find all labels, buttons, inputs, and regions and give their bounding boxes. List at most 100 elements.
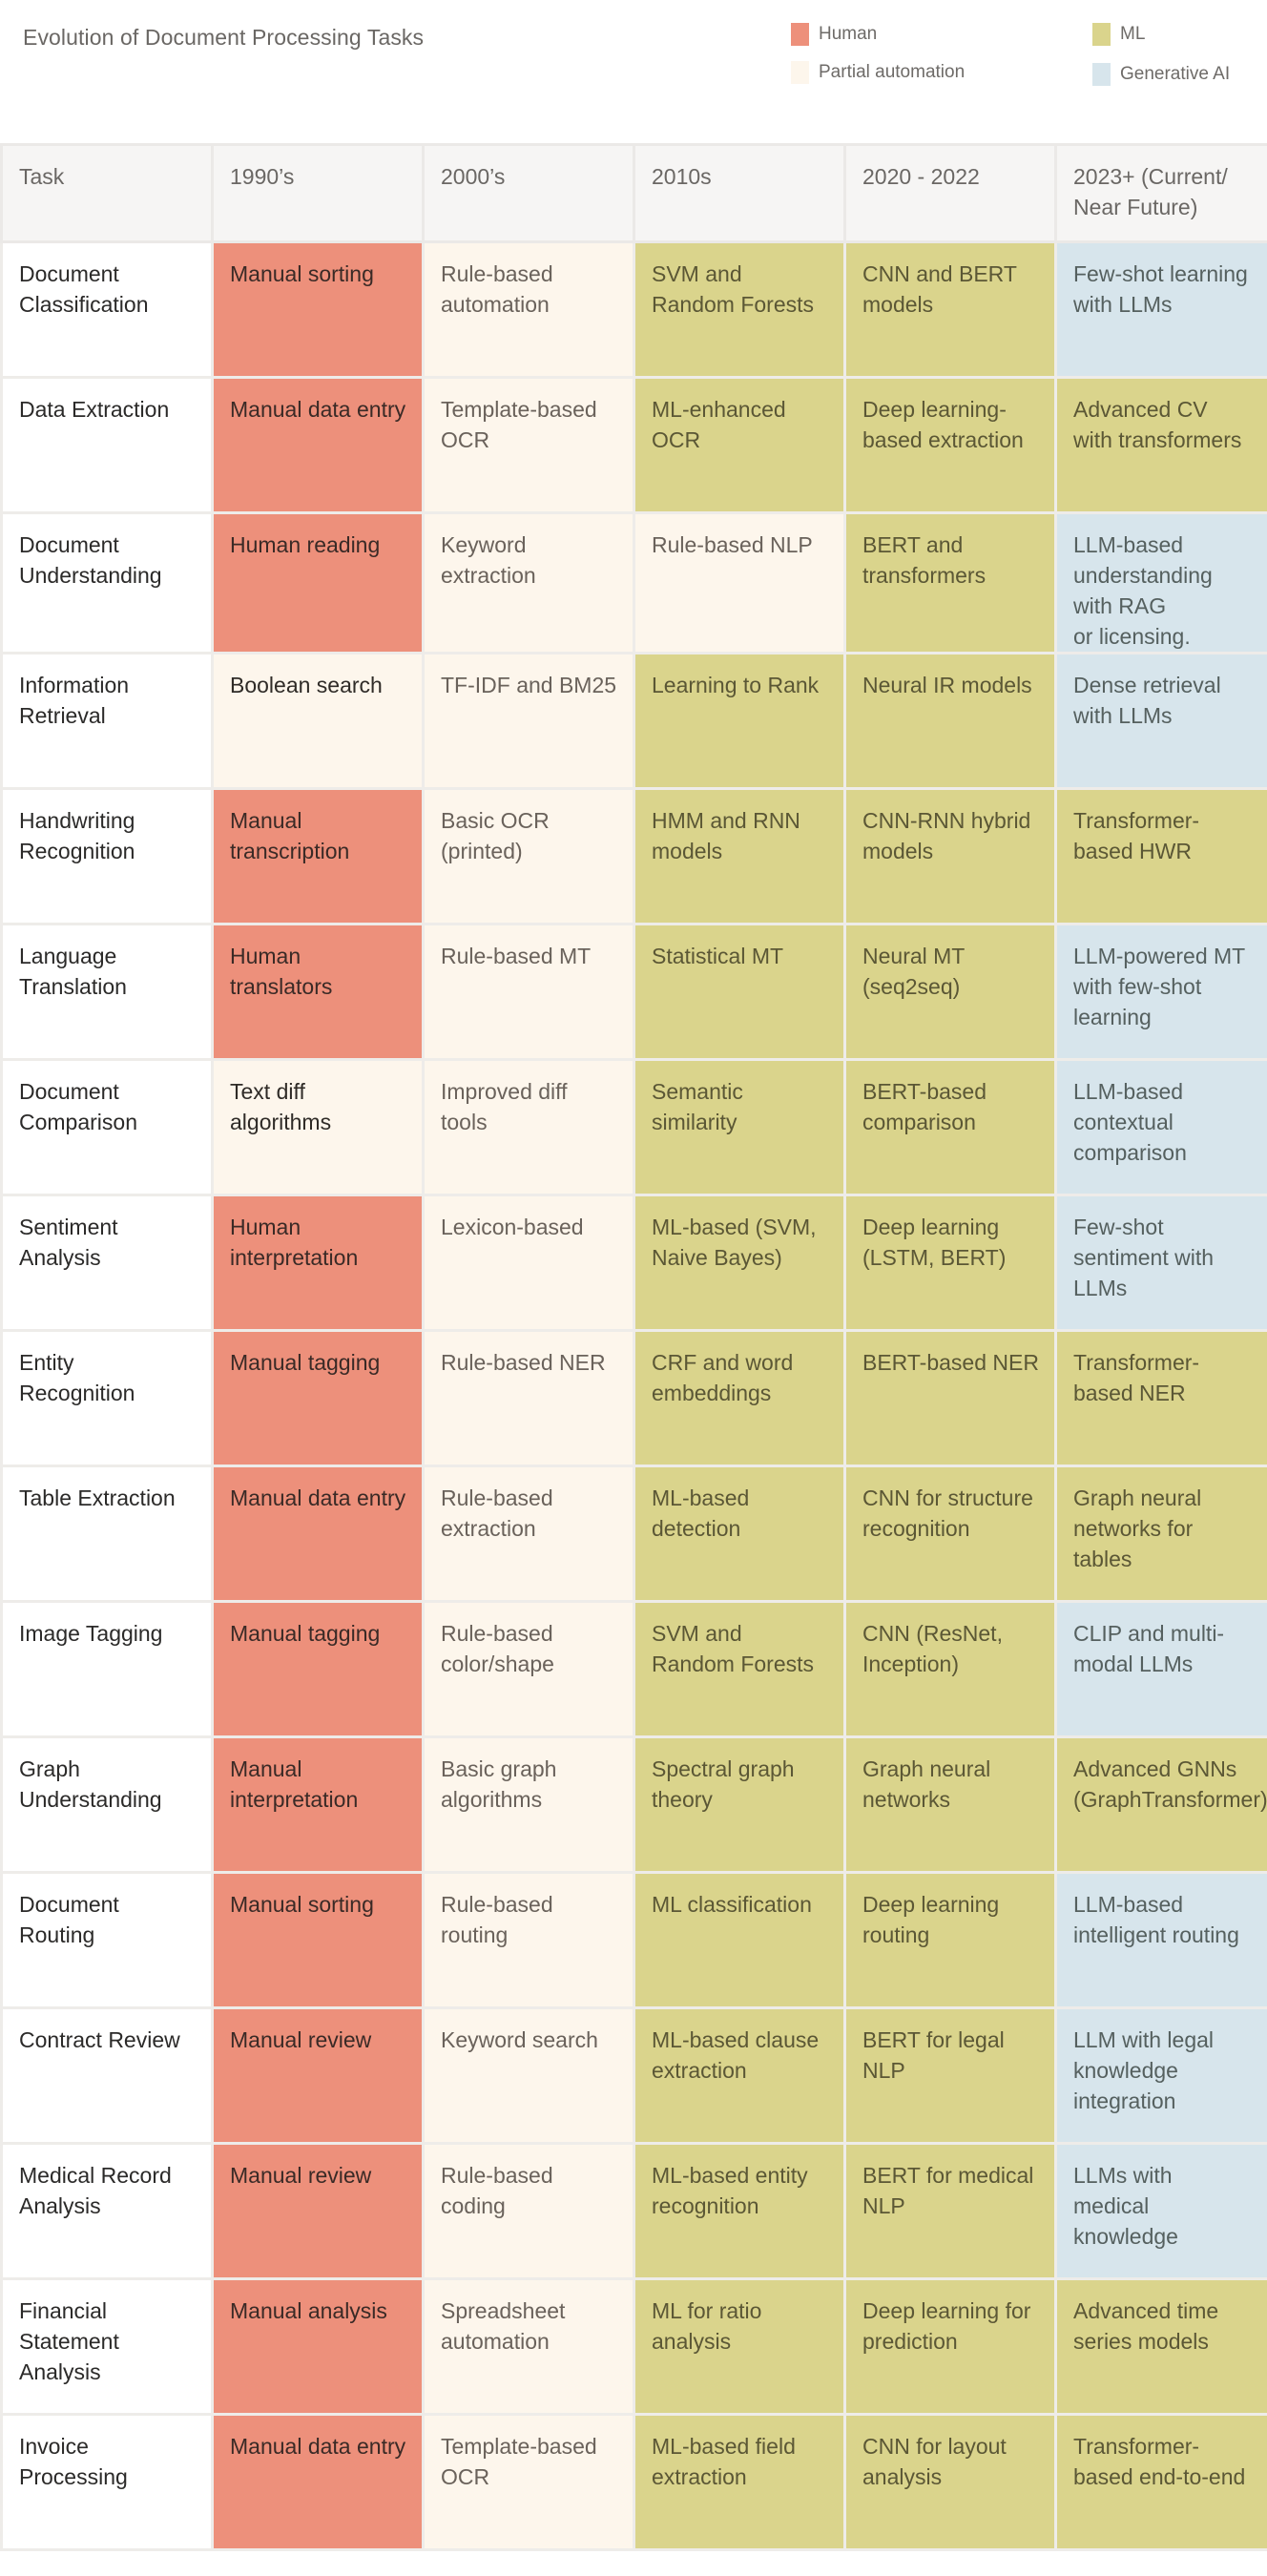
cell-2000s-partial: Lexicon-based [422,1194,635,1332]
cell-1990s-human: Manual data entry [211,376,425,514]
task-name-cell: Document Understanding [0,511,214,654]
cell-1990s-human: Manual data entry [211,1465,425,1603]
cell-2000s-partial: Improved diff tools [422,1058,635,1196]
cell-2020-2022-ml: BERT-based comparison [843,1058,1057,1196]
cell-2023-plus-ml: Advanced CV with transformers [1054,376,1267,514]
cell-2010s-ml: ML-based detection [633,1465,846,1603]
cell-1990s-partial: Boolean search [211,652,425,790]
cell-2000s-partial: Rule-based NER [422,1329,635,1467]
cell-2010s-ml: Semantic similarity [633,1058,846,1196]
legend-item-partial-automation: Partial automation [791,61,965,84]
table-row: Image Tagging Manual tagging Rule-based co… [0,1600,1267,1738]
table-row: Invoice Processing Manual data entry Templ… [0,2413,1267,2551]
task-name-cell: Medical Record Analysis [0,2142,214,2280]
cell-2000s-partial: Rule-based color/shape [422,1600,635,1738]
cell-2000s-partial: Basic OCR (printed) [422,787,635,925]
header-row: Task 1990’s 2000’s 2010s 2020 - 2022 202… [0,143,1267,243]
task-name-cell: Image Tagging [0,1600,214,1738]
table-row: Document Comparison Text diff algorithms I… [0,1058,1267,1196]
cell-2000s-partial: Template-based OCR [422,2413,635,2551]
task-name-cell: Invoice Processing [0,2413,214,2551]
column-header-1990s: 1990’s [211,143,425,243]
table-row: Sentiment Analysis Human interpretation Le… [0,1194,1267,1332]
table-row: Entity Recognition Manual tagging Rule-bas… [0,1329,1267,1467]
cell-1990s-human: Manual review [211,2142,425,2280]
cell-2023-plus-genai: LLM-based contextual comparison [1054,1058,1267,1196]
table-row: Language Translation Human translators Rul… [0,923,1267,1061]
task-name-cell: Information Retrieval [0,652,214,790]
cell-2020-2022-ml: Deep learning (LSTM, BERT) [843,1194,1057,1332]
cell-1990s-human: Manual data entry [211,2413,425,2551]
table-row: Document Understanding Human reading Keywo… [0,511,1267,654]
cell-1990s-human: Manual transcription [211,787,425,925]
cell-2020-2022-ml: CNN for layout analysis [843,2413,1057,2551]
task-name-cell: Language Translation [0,923,214,1061]
cell-2020-2022-ml: CNN-RNN hybrid models [843,787,1057,925]
cell-2023-plus-genai: CLIP and multi-modal LLMs [1054,1600,1267,1738]
cell-2020-2022-ml: BERT and transformers [843,511,1057,654]
cell-1990s-human: Human interpretation [211,1194,425,1332]
cell-2000s-partial: Keyword extraction [422,511,635,654]
legend-swatch-ml [1092,23,1111,46]
table-row: Document Classification Manual sorting Rul… [0,240,1267,379]
column-header-task: Task [0,143,214,243]
cell-2020-2022-ml: BERT for legal NLP [843,2006,1057,2145]
cell-2010s-ml: Spectral graph theory [633,1735,846,1874]
cell-2023-plus-genai: LLM-powered MT with few-shot learning [1054,923,1267,1061]
table-row: Contract Review Manual review Keyword sear… [0,2006,1267,2145]
cell-2020-2022-ml: Neural MT (seq2seq) [843,923,1057,1061]
cell-2000s-partial: Keyword search [422,2006,635,2145]
cell-2023-plus-genai: Few-shot learning with LLMs [1054,240,1267,379]
cell-2023-plus-ml: Transformer-based end-to-end [1054,2413,1267,2551]
legend-swatch-genai [1092,63,1111,86]
cell-2023-plus-genai: Few-shot sentiment with LLMs [1054,1194,1267,1332]
cell-2010s-ml: ML-based clause extraction [633,2006,846,2145]
cell-2020-2022-ml: Deep learning routing [843,1871,1057,2009]
task-name-cell: Handwriting Recognition [0,787,214,925]
cell-1990s-human: Manual sorting [211,1871,425,2009]
table-row: Data Extraction Manual data entry Template… [0,376,1267,514]
cell-2010s-ml: ML-based (SVM, Naive Bayes) [633,1194,846,1332]
legend-item-generative-ai: Generative AI [1092,63,1230,86]
legend-item-human: Human [791,23,877,46]
task-name-cell: Sentiment Analysis [0,1194,214,1332]
legend: Human Partial automation ML Generative A… [0,23,1267,99]
cell-1990s-human: Manual interpretation [211,1735,425,1874]
cell-1990s-human: Manual sorting [211,240,425,379]
column-header-2020-2022: 2020 - 2022 [843,143,1057,243]
cell-2023-plus-genai: LLM-based understanding with RAG or lice… [1054,511,1267,654]
cell-1990s-human: Manual analysis [211,2277,425,2416]
cell-1990s-human: Manual tagging [211,1600,425,1738]
cell-2000s-partial: Rule-based extraction [422,1465,635,1603]
cell-2010s-ml: HMM and RNN models [633,787,846,925]
table-row: Financial Statement Analysis Manual analy… [0,2277,1267,2416]
evolution-table: Task 1990’s 2000’s 2010s 2020 - 2022 202… [0,143,1267,2551]
cell-2020-2022-ml: CNN for structure recognition [843,1465,1057,1603]
cell-1990s-partial: Text diff algorithms [211,1058,425,1196]
legend-label: ML [1120,24,1146,44]
table-row: Information Retrieval Boolean search TF-ID… [0,652,1267,790]
task-name-cell: Table Extraction [0,1465,214,1603]
table-row: Table Extraction Manual data entry Rule-ba… [0,1465,1267,1603]
cell-2000s-partial: Rule-based routing [422,1871,635,2009]
cell-2010s-ml: ML classification [633,1871,846,2009]
cell-2023-plus-genai: Dense retrieval with LLMs [1054,652,1267,790]
cell-2020-2022-ml: BERT for medical NLP [843,2142,1057,2280]
cell-2020-2022-ml: Neural IR models [843,652,1057,790]
cell-2010s-ml: Statistical MT [633,923,846,1061]
cell-2023-plus-ml: Graph neural networks for tables [1054,1465,1267,1603]
column-header-2010s: 2010s [633,143,846,243]
cell-2020-2022-ml: BERT-based NER [843,1329,1057,1467]
legend-label: Partial automation [819,62,966,82]
cell-1990s-human: Human translators [211,923,425,1061]
task-name-cell: Document Comparison [0,1058,214,1196]
cell-1990s-human: Human reading [211,511,425,654]
table-row: Document Routing Manual sorting Rule-based… [0,1871,1267,2009]
cell-2000s-partial: Rule-based automation [422,240,635,379]
cell-2000s-partial: TF-IDF and BM25 [422,652,635,790]
cell-2000s-partial: Rule-based MT [422,923,635,1061]
cell-2023-plus-ml: Transformer-based NER [1054,1329,1267,1467]
table-row: Medical Record Analysis Manual review Rule… [0,2142,1267,2280]
cell-2010s-ml: ML for ratio analysis [633,2277,846,2416]
legend-label: Generative AI [1120,64,1231,84]
